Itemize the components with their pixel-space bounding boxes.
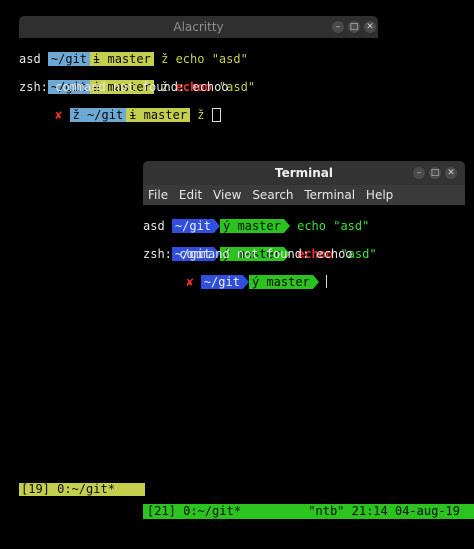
alacritty-prompt-line: ✘ ž ~/git ɨ master ž <box>19 94 221 122</box>
maximize-icon[interactable]: □ <box>348 21 360 33</box>
terminal-menubar: File Edit View Search Terminal Help <box>143 185 465 205</box>
minimize-icon[interactable]: – <box>413 167 425 179</box>
prompt-git-segment: ɨ master <box>126 108 191 122</box>
prompt-dir-segment: ~/git <box>200 275 243 289</box>
error-status-icon: ✘ <box>186 275 194 289</box>
command-text: echo <box>297 219 326 233</box>
close-icon[interactable]: ✕ <box>364 21 376 33</box>
alacritty-titlebar[interactable]: Alacritty – □ ✕ <box>19 16 378 38</box>
prompt-status-icon: ž <box>72 108 80 122</box>
terminal-prompt-line: ~/git ý master echo "asd" <box>143 205 369 233</box>
output-line: zsh: command not found: echoo <box>19 80 229 94</box>
powerline-separator-icon <box>283 219 290 233</box>
command-args: "asd" <box>333 219 370 233</box>
alacritty-prompt-line: ~/git ɨ master ž echoo "asd" <box>19 66 255 94</box>
cursor <box>211 108 221 122</box>
menu-search[interactable]: Search <box>252 188 293 202</box>
output-line: zsh: command not found: echoo <box>143 247 353 261</box>
output-line: asd <box>143 219 165 233</box>
git-branch-icon: ý <box>223 219 231 233</box>
error-status-icon: ✘ <box>55 108 63 122</box>
alacritty-window-title: Alacritty <box>173 20 224 34</box>
terminal-prompt-line: ✘ ~/git ý master <box>143 261 328 289</box>
prompt-git-segment: ý master <box>220 219 284 233</box>
prompt-symbol: ž <box>161 52 169 66</box>
menu-view[interactable]: View <box>213 188 241 202</box>
prompt-git-segment: ɨ master <box>90 52 154 66</box>
git-branch-icon: ɨ <box>129 108 137 122</box>
tmux-window-list: [21] 0:~/git* <box>147 504 241 518</box>
prompt-dir-segment: ~/git <box>171 219 215 233</box>
terminal-content-area[interactable]: ~/git ý master echo "asd" asd ~/git ý mast… <box>143 205 465 475</box>
menu-terminal[interactable]: Terminal <box>304 188 355 202</box>
prompt-git-segment: ý master <box>248 275 313 289</box>
minimize-icon[interactable]: – <box>332 21 344 33</box>
prompt-dir-segment: ~/git <box>47 52 91 66</box>
alacritty-tmux-status: [19] 0:~/git* <box>19 483 145 496</box>
close-icon[interactable]: ✕ <box>445 167 457 179</box>
alacritty-prompt-line: ~/git ɨ master ž echo "asd" <box>19 38 248 66</box>
menu-edit[interactable]: Edit <box>179 188 202 202</box>
cursor <box>326 275 328 288</box>
prompt-dir: ~/git <box>87 108 124 122</box>
terminal-tmux-status: [21] 0:~/git* "ntb" 21:14 04-aug-19 <box>143 504 474 519</box>
git-branch-name: master <box>237 219 281 233</box>
git-branch-name: master <box>143 108 188 122</box>
alacritty-terminal-area[interactable]: ~/git ɨ master ž echo "asd" asd ~/git ɨ ma… <box>19 38 378 122</box>
powerline-separator-icon <box>312 275 319 289</box>
menu-file[interactable]: File <box>148 188 168 202</box>
output-line: asd <box>19 52 41 66</box>
prompt-dir-segment: ž ~/git <box>69 108 127 122</box>
git-branch-icon: ɨ <box>93 52 101 66</box>
command-text: echo <box>175 52 205 66</box>
terminal-titlebar[interactable]: Terminal – □ ✕ <box>143 161 465 185</box>
git-branch-name: master <box>266 275 310 289</box>
git-branch-icon: ý <box>251 275 260 289</box>
menu-help[interactable]: Help <box>366 188 393 202</box>
command-args: "asd" <box>211 52 248 66</box>
git-branch-name: master <box>107 52 151 66</box>
terminal-prompt-line: ~/git ý master echoo "asd" <box>143 233 377 261</box>
prompt-symbol: ž <box>197 108 205 122</box>
maximize-icon[interactable]: □ <box>429 167 441 179</box>
tmux-session-clock: "ntb" 21:14 04-aug-19 <box>308 504 460 518</box>
